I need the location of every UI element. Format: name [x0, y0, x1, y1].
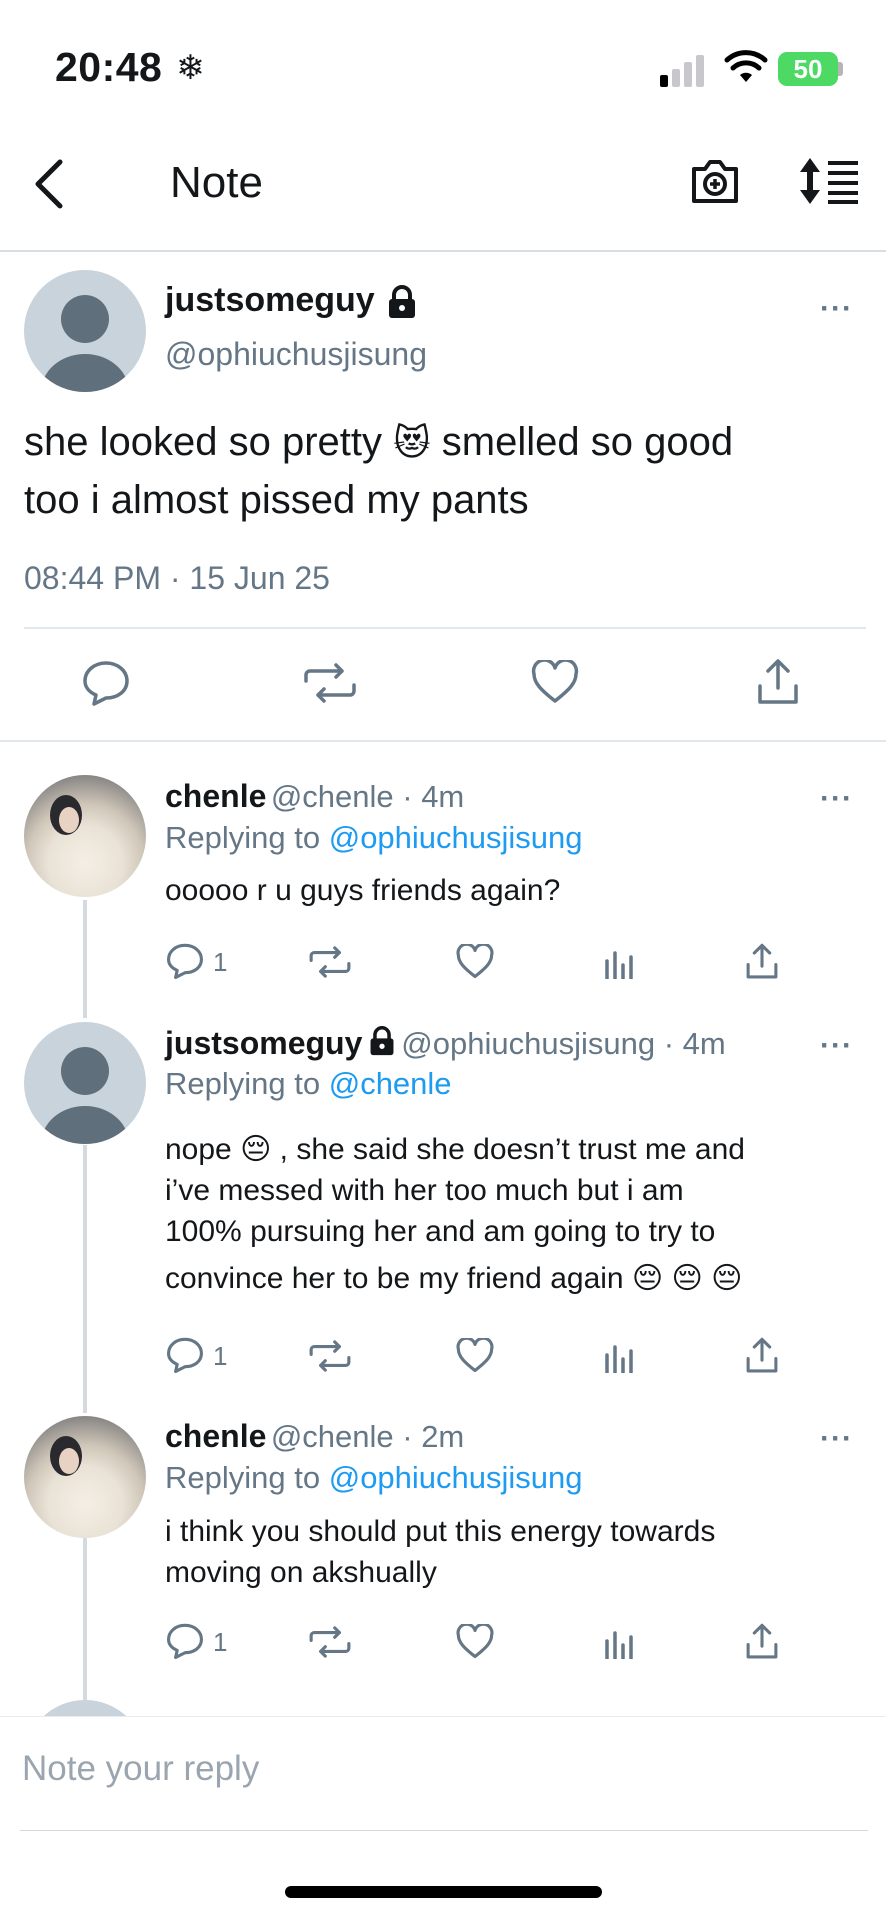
thread-line: [83, 1538, 87, 1706]
reply-icon[interactable]: [82, 660, 130, 706]
share-icon[interactable]: [745, 943, 779, 980]
avatar-photo[interactable]: [24, 775, 146, 897]
heart-eyes-cat-emoji: 😻: [393, 422, 431, 463]
reply-count: 1: [213, 1341, 228, 1371]
author-handle[interactable]: @ophiuchusjisung: [165, 336, 427, 373]
post-text: she looked so pretty: [24, 420, 382, 464]
wifi-icon: [724, 50, 768, 82]
like-heart-icon[interactable]: [456, 944, 494, 979]
post-timestamp: 08:44 PM · 15 Jun 25: [24, 560, 330, 596]
reply-icon[interactable]: [166, 1337, 204, 1373]
reply-header: chenle @chenle · 4m: [165, 778, 464, 815]
reply-meta: @ophiuchusjisung · 4m: [401, 1026, 726, 1061]
reply-text: ooooo r u guys friends again?: [165, 874, 561, 907]
views-chart-icon[interactable]: [603, 1341, 635, 1373]
reply-input[interactable]: [20, 1748, 864, 1790]
post-divider: [24, 627, 866, 629]
post-text-line-1: she looked so pretty 😻 smelled so good: [24, 420, 733, 465]
reply-text: nope 😔 , she said she doesn’t trust me a…: [165, 1129, 745, 1299]
thread-line: [83, 1145, 87, 1413]
reply-text: i think you should put this energy towar…: [165, 1511, 715, 1593]
back-chevron-icon[interactable]: [30, 158, 70, 210]
reply-icon[interactable]: [166, 1623, 204, 1659]
cellular-signal-icon: [660, 55, 704, 87]
home-indicator: [285, 1886, 602, 1898]
more-options-icon[interactable]: ···: [820, 1029, 853, 1063]
replying-to: Replying to @ophiuchusjisung: [165, 1460, 583, 1496]
repost-icon[interactable]: [308, 946, 352, 978]
like-heart-icon[interactable]: [531, 660, 579, 704]
reply-header: justsomeguy @ophiuchusjisung · 4m: [165, 1025, 726, 1062]
reply-author-name[interactable]: chenle: [165, 778, 266, 814]
avatar-default[interactable]: [24, 270, 146, 392]
thread-line: [83, 900, 87, 1018]
post-text: smelled so good: [441, 420, 734, 464]
reply-meta: @chenle · 2m: [270, 1419, 465, 1454]
more-options-icon[interactable]: ···: [820, 292, 853, 326]
reply-icon[interactable]: [166, 943, 204, 979]
lock-icon: [389, 285, 415, 318]
reply-text-line: i think you should put this energy towar…: [165, 1515, 716, 1548]
section-divider: [0, 740, 886, 742]
replying-to: Replying to @ophiuchusjisung: [165, 820, 583, 856]
reply-header: chenle @chenle · 2m: [165, 1418, 464, 1455]
reply-author-name[interactable]: justsomeguy: [165, 1025, 362, 1061]
mention-link[interactable]: @ophiuchusjisung: [329, 820, 583, 855]
like-heart-icon[interactable]: [456, 1338, 494, 1373]
mention-link[interactable]: @ophiuchusjisung: [329, 1460, 583, 1495]
reply-text-line: nope 😔 , she said she doesn’t trust me a…: [165, 1133, 745, 1166]
more-options-icon[interactable]: ···: [820, 782, 853, 816]
replying-prefix: Replying to: [165, 1066, 321, 1101]
snowflake-icon: ❄: [176, 49, 205, 87]
reply-count: 1: [213, 1627, 228, 1657]
header-divider: [0, 250, 886, 252]
repost-icon[interactable]: [308, 1340, 352, 1372]
share-icon[interactable]: [745, 1337, 779, 1374]
battery-tip: [838, 62, 843, 76]
share-icon[interactable]: [756, 658, 800, 706]
reply-text-line: convince her to be my friend again 😔 😔 😔: [165, 1262, 743, 1295]
like-heart-icon[interactable]: [456, 1624, 494, 1659]
replying-prefix: Replying to: [165, 1460, 321, 1495]
replying-prefix: Replying to: [165, 820, 321, 855]
sort-timeline-icon[interactable]: [798, 158, 860, 204]
battery-indicator: 50: [778, 52, 838, 86]
reply-meta: @chenle · 4m: [270, 779, 465, 814]
repost-icon[interactable]: [308, 1626, 352, 1658]
share-icon[interactable]: [745, 1623, 779, 1660]
mention-link[interactable]: @chenle: [329, 1066, 452, 1101]
page-title: Note: [170, 158, 263, 207]
reply-author-name[interactable]: chenle: [165, 1418, 266, 1454]
status-time: 20:48: [55, 44, 163, 90]
reply-count: 1: [213, 947, 228, 977]
reply-text-line: i’ve messed with her too much but i am: [165, 1174, 684, 1207]
more-options-icon[interactable]: ···: [820, 1422, 853, 1456]
author-name[interactable]: justsomeguy: [165, 281, 375, 320]
reply-input-underline: [20, 1830, 868, 1831]
repost-icon[interactable]: [302, 663, 358, 703]
reply-text-line: 100% pursuing her and am going to try to: [165, 1215, 716, 1248]
lock-icon: [370, 1026, 394, 1056]
replying-to: Replying to @chenle: [165, 1066, 452, 1102]
views-chart-icon[interactable]: [603, 1627, 635, 1659]
avatar-default[interactable]: [24, 1022, 146, 1144]
camera-add-icon[interactable]: [690, 157, 740, 205]
views-chart-icon[interactable]: [603, 947, 635, 979]
post-text-line-2: too i almost pissed my pants: [24, 478, 529, 522]
avatar-photo[interactable]: [24, 1416, 146, 1538]
reply-text-line: moving on akshually: [165, 1556, 437, 1589]
